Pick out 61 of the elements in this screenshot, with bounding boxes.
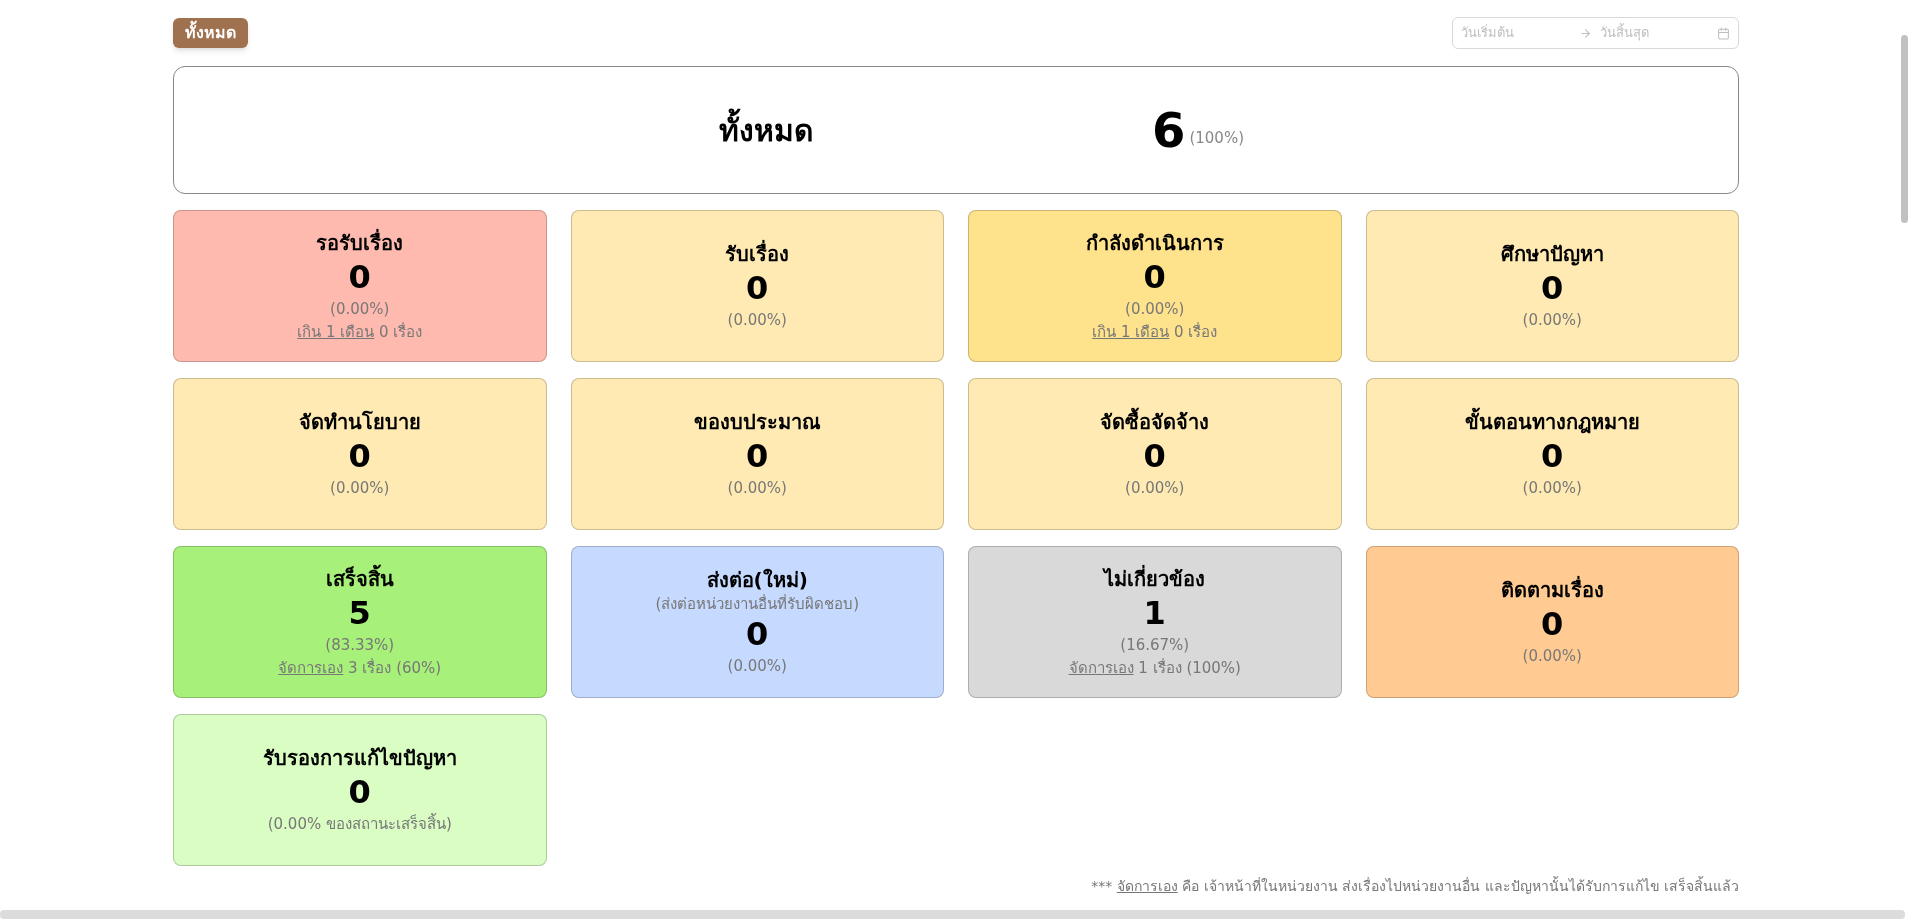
card-title: กำลังดำเนินการ — [1085, 230, 1224, 257]
summary-label: ทั้งหมด — [719, 107, 979, 153]
date-range-field[interactable]: วันเริ่มต้น วันสิ้นสุด — [1452, 17, 1739, 49]
card-note: จัดการเอง 3 เรื่อง (60%) — [278, 657, 442, 679]
footnote-link[interactable]: จัดการเอง — [1116, 878, 1178, 894]
card-title: เสร็จสิ้น — [325, 565, 394, 593]
card-note: จัดการเอง 1 เรื่อง (100%) — [1068, 657, 1241, 679]
card-percent: (83.33%) — [325, 635, 395, 656]
card-count: 0 — [746, 614, 769, 654]
card-percent: (0.00%) — [1125, 299, 1185, 320]
card-count: 0 — [348, 436, 371, 476]
card-title: ไม่เกี่ยวข้อง — [1104, 565, 1206, 593]
card-title: รับเรื่อง — [725, 240, 790, 268]
card-percent: (16.67%) — [1120, 635, 1190, 656]
card-count: 0 — [348, 772, 371, 812]
end-date-placeholder: วันสิ้นสุด — [1600, 23, 1650, 43]
card-count: 5 — [348, 593, 371, 633]
card-percent: (0.00%) — [1522, 310, 1582, 331]
card-percent: (0.00%) — [727, 478, 787, 499]
card-percent: (0.00%) — [727, 656, 787, 677]
card-count: 0 — [746, 268, 769, 308]
card-count: 0 — [1541, 268, 1564, 308]
calendar-icon — [1717, 26, 1730, 40]
card-link[interactable]: จัดการเอง — [278, 659, 344, 677]
card-title: จัดซื้อจัดจ้าง — [1100, 408, 1210, 436]
card-title: ศึกษาปัญหา — [1500, 241, 1604, 268]
card-count: 0 — [1541, 436, 1564, 476]
card-title: จัดทำนโยบาย — [298, 409, 421, 436]
card-title: ส่งต่อ(ใหม่) — [706, 567, 808, 594]
card-percent: (0.00% ของสถานะเสร็จสิ้น) — [267, 812, 452, 835]
card-count: 0 — [348, 257, 371, 297]
card-percent: (0.00%) — [330, 299, 390, 320]
card-count: 0 — [746, 436, 769, 476]
card-title: ติดตามเรื่อง — [1500, 576, 1604, 604]
start-date-placeholder: วันเริ่มต้น — [1461, 23, 1515, 43]
vertical-scrollbar-thumb[interactable] — [1901, 35, 1908, 223]
horizontal-scrollbar-thumb[interactable] — [0, 910, 1905, 919]
summary-count: 6 — [1152, 106, 1186, 154]
card-title: รอรับเรื่อง — [316, 229, 404, 257]
card-note: เกิน 1 เดือน 0 เรื่อง — [297, 321, 423, 343]
card-link[interactable]: เกิน 1 เดือน — [297, 323, 375, 341]
card-title: รับรองการแก้ไขปัญหา — [262, 745, 457, 772]
card-percent: (0.00%) — [1522, 478, 1582, 499]
all-filter-button[interactable]: ทั้งหมด — [173, 18, 248, 48]
card-title: ขั้นตอนทางกฎหมาย — [1464, 408, 1640, 436]
card-percent: (0.00%) — [1125, 478, 1185, 499]
card-subtitle: (ส่งต่อหน่วยงานอื่นที่รับผิดชอบ) — [655, 594, 860, 614]
card-note: เกิน 1 เดือน 0 เรื่อง — [1092, 321, 1218, 343]
footnote: *** จัดการเอง คือ เจ้าหน้าที่ในหน่วยงาน ส่งเรื่องไปหน่วยงานอื่น และปัญหานั้นได้รับการแก้ไข เสร็จสิ้นแล้ว — [1091, 876, 1739, 896]
card-link[interactable]: จัดการเอง — [1068, 659, 1134, 677]
card-title: ของบประมาณ — [693, 409, 821, 436]
card-percent: (0.00%) — [1522, 646, 1582, 667]
card-count: 1 — [1143, 593, 1166, 633]
summary-percent: (100%) — [1189, 127, 1244, 149]
card-count: 0 — [1143, 257, 1166, 297]
arrow-right-icon — [1579, 26, 1592, 40]
card-link[interactable]: เกิน 1 เดือน — [1092, 323, 1170, 341]
card-percent: (0.00%) — [330, 478, 390, 499]
card-count: 0 — [1143, 436, 1166, 476]
card-count: 0 — [1541, 604, 1564, 644]
card-percent: (0.00%) — [727, 310, 787, 331]
